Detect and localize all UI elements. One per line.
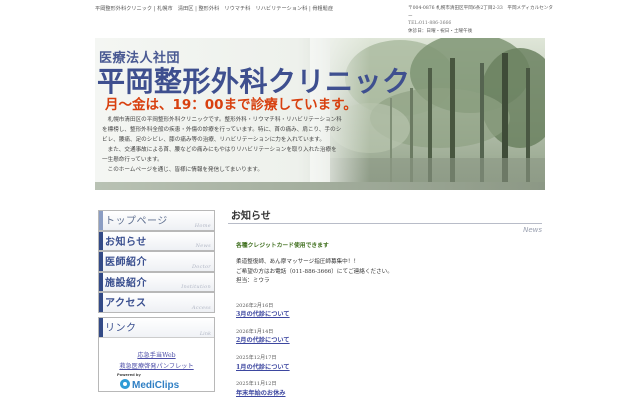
recruit-line: 担当：ミウラ bbox=[236, 278, 270, 284]
clinic-holidays: 休診日：日曜・祝日・土曜午後 bbox=[408, 28, 473, 34]
links-title: リンク bbox=[105, 322, 137, 334]
news-link[interactable]: 2月の代診について bbox=[236, 335, 290, 344]
mediclips-logo[interactable]: MediClips bbox=[119, 377, 179, 391]
recruit-line: 柔道整復師、あん摩マッサージ指圧師募集中！！ bbox=[236, 259, 359, 265]
nav-item-label: トップページ bbox=[105, 216, 168, 227]
recruit-text: 柔道整復師、あん摩マッサージ指圧師募集中！！ ご希望の方はお電話（011-886… bbox=[236, 258, 436, 287]
nav-item-label: お知らせ bbox=[105, 236, 147, 248]
main-content: お知らせ News bbox=[228, 207, 542, 234]
svg-text:MediClips: MediClips bbox=[132, 380, 179, 391]
nav-item-institution[interactable]: 施設紹介 Institution bbox=[98, 271, 215, 292]
clinic-tel: TEL:011-886-3666 bbox=[408, 21, 452, 26]
page-title-en: News bbox=[523, 226, 542, 234]
news-date: 2026年2月16日 bbox=[236, 303, 274, 309]
intro-text: 札幌市清田区の平岡整形外科クリニックです。整形外科・リウマチ科・リハビリテーショ… bbox=[102, 115, 342, 175]
nav-item-label: 施設紹介 bbox=[105, 277, 147, 289]
intro-paragraph: また、交通事故による首、腰などの痛みにもやはりリハビリテーションを取り入れた治療… bbox=[102, 147, 337, 163]
nav-item-sub: Access bbox=[191, 304, 211, 311]
nav-item-sub: Doctor bbox=[191, 263, 211, 270]
nav-item-news[interactable]: お知らせ News bbox=[98, 230, 215, 251]
links-sub: Link bbox=[199, 330, 211, 337]
news-link[interactable]: 3月の代診について bbox=[236, 309, 290, 318]
intro-paragraph: 札幌市清田区の平岡整形外科クリニックです。整形外科・リウマチ科・リハビリテーショ… bbox=[102, 117, 342, 143]
nav-item-top[interactable]: トップページ Home bbox=[98, 210, 215, 231]
links-header: リンク Link bbox=[99, 317, 214, 338]
intro-paragraph: このホームページを通じ、皆様に情報を発信してまいります。 bbox=[107, 167, 263, 173]
nav-item-label: 医師紹介 bbox=[105, 257, 147, 268]
nav-item-sub: News bbox=[195, 243, 211, 249]
hours-notice: 月～金は、19：00まで診療しています。 bbox=[105, 97, 357, 113]
nav-item-sub: Home bbox=[194, 222, 211, 229]
links-box: リンク Link 応急手当Web 救急医療啓発パンフレット Powered by… bbox=[98, 316, 215, 392]
nav-item-access[interactable]: アクセス Access bbox=[98, 292, 215, 313]
news-link[interactable]: 1月の代診について bbox=[236, 362, 290, 371]
credit-card-notice: 各種クレジットカード使用できます bbox=[236, 243, 329, 249]
link-first-aid[interactable]: 応急手当Web bbox=[99, 350, 214, 359]
news-date: 2025年12月17日 bbox=[236, 355, 277, 361]
header-contact: 〒004-0876 札幌市清田区平岡6条2丁目2-33 平岡メディカルセンター … bbox=[408, 5, 553, 35]
link-emergency-pamphlet[interactable]: 救急医療啓発パンフレット bbox=[99, 361, 214, 370]
recruit-line: ご希望の方はお電話（011-886-3666）にてご連絡ください。 bbox=[236, 268, 393, 275]
hero-banner: 医療法人社団 平岡整形外科クリニック 月～金は、19：00まで診療しています。 … bbox=[95, 38, 545, 190]
page-title: お知らせ bbox=[231, 211, 271, 222]
nav-item-label: アクセス bbox=[105, 298, 147, 309]
nav-item-doctor[interactable]: 医師紹介 Doctor bbox=[98, 251, 215, 272]
clinic-address: 〒004-0876 札幌市清田区平岡6条2丁目2-33 平岡メディカルセンター bbox=[408, 6, 553, 19]
news-link[interactable]: 年末年始のお休み bbox=[236, 388, 286, 397]
title-divider bbox=[228, 223, 542, 224]
sidebar-nav: トップページ Home お知らせ News 医師紹介 Doctor 施設紹介 I… bbox=[98, 210, 215, 392]
news-date: 2026年1月14日 bbox=[236, 329, 274, 335]
nav-item-sub: Institution bbox=[181, 284, 211, 290]
news-date: 2025年11月12日 bbox=[236, 381, 277, 387]
header-breadcrumb: 平岡整形外科クリニック | 札幌市 清田区 | 整形外科 リウマチ科 リハビリテ… bbox=[95, 6, 334, 12]
